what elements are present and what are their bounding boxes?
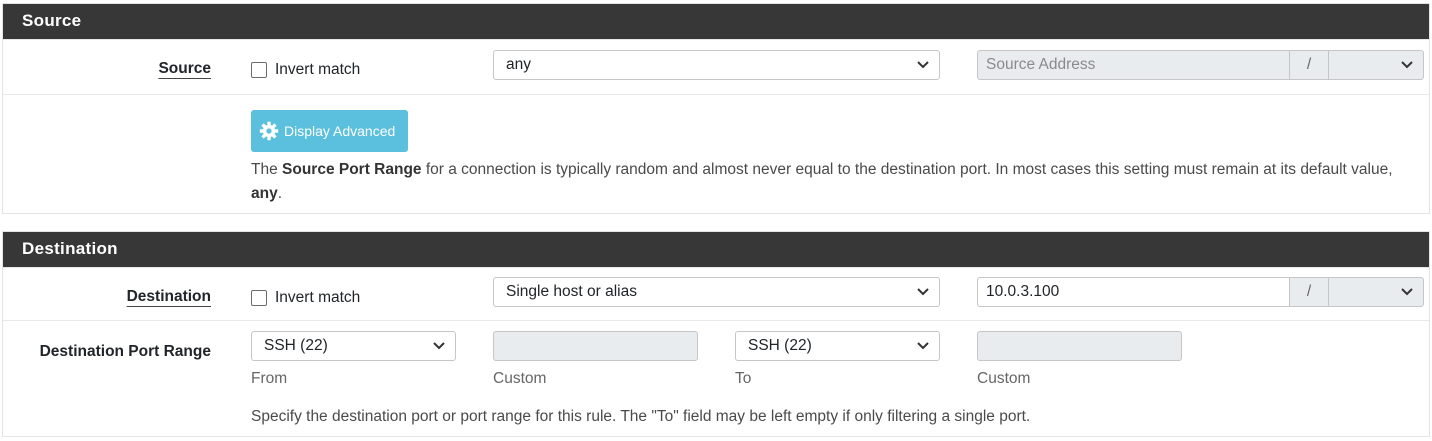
help-text: The [251,161,283,178]
port-from-select[interactable]: SSH (22) [251,331,456,361]
destination-address-input[interactable]: 10.0.3.100 [977,277,1290,307]
help-bold: any [251,185,278,202]
source-heading: Source [3,4,1429,39]
destination-heading: Destination [3,232,1429,267]
chevron-down-icon [1401,61,1413,69]
help-text: . [277,185,283,202]
port-from-value: SSH (22) [264,337,328,354]
chevron-down-icon [917,288,929,296]
gear-icon [259,121,279,141]
destination-port-help: Specify the destination port or port ran… [251,408,1031,425]
port-from-custom-sublabel: Custom [493,370,547,387]
port-to-sublabel: To [735,370,752,387]
help-text: for a connection is typically random and… [421,161,1393,178]
source-label: Source [158,60,211,77]
source-address-placeholder: Source Address [986,56,1096,73]
destination-slash: / [1289,277,1329,307]
port-to-value: SSH (22) [748,337,812,354]
port-to-custom-input[interactable] [977,331,1182,361]
chevron-down-icon [433,342,445,350]
help-bold: Source Port Range [282,161,422,178]
chevron-down-icon [917,61,929,69]
port-to-select[interactable]: SSH (22) [735,331,940,361]
destination-type-value: Single host or alias [506,283,637,300]
display-advanced-label: Display Advanced [284,123,396,139]
destination-type-select[interactable]: Single host or alias [493,277,940,307]
destination-port-label: Destination Port Range [39,343,211,360]
source-invert-label: Invert match [275,61,361,78]
source-address-input[interactable]: Source Address [977,50,1290,80]
destination-label: Destination [126,288,211,305]
chevron-down-icon [917,342,929,350]
source-type-select[interactable]: any [493,50,940,80]
source-port-help: The Source Port Range for a connection i… [251,158,1421,206]
source-slash: / [1289,50,1329,80]
destination-mask-select[interactable] [1328,277,1424,307]
display-advanced-button[interactable]: Display Advanced [251,110,408,152]
destination-port-row: Destination Port Range SSH (22) From Cus… [3,320,1429,436]
chevron-down-icon [1401,288,1413,296]
destination-panel: Destination Destination Invert match Sin… [2,231,1430,437]
destination-invert-checkbox[interactable] [251,290,267,306]
source-type-value: any [506,56,531,73]
destination-invert-match[interactable]: Invert match [251,289,360,307]
source-invert-match[interactable]: Invert match [251,61,360,79]
source-mask-select[interactable] [1328,50,1424,80]
source-invert-checkbox[interactable] [251,62,267,78]
destination-invert-label: Invert match [275,289,361,306]
source-row: Source Invert match any Source Address / [3,39,1429,94]
destination-address-value: 10.0.3.100 [986,283,1060,300]
source-panel: Source Source Invert match any Source Ad… [2,3,1430,214]
port-to-custom-sublabel: Custom [977,370,1031,387]
port-from-custom-input[interactable] [493,331,698,361]
port-from-sublabel: From [251,370,288,387]
destination-row: Destination Invert match Single host or … [3,267,1429,320]
